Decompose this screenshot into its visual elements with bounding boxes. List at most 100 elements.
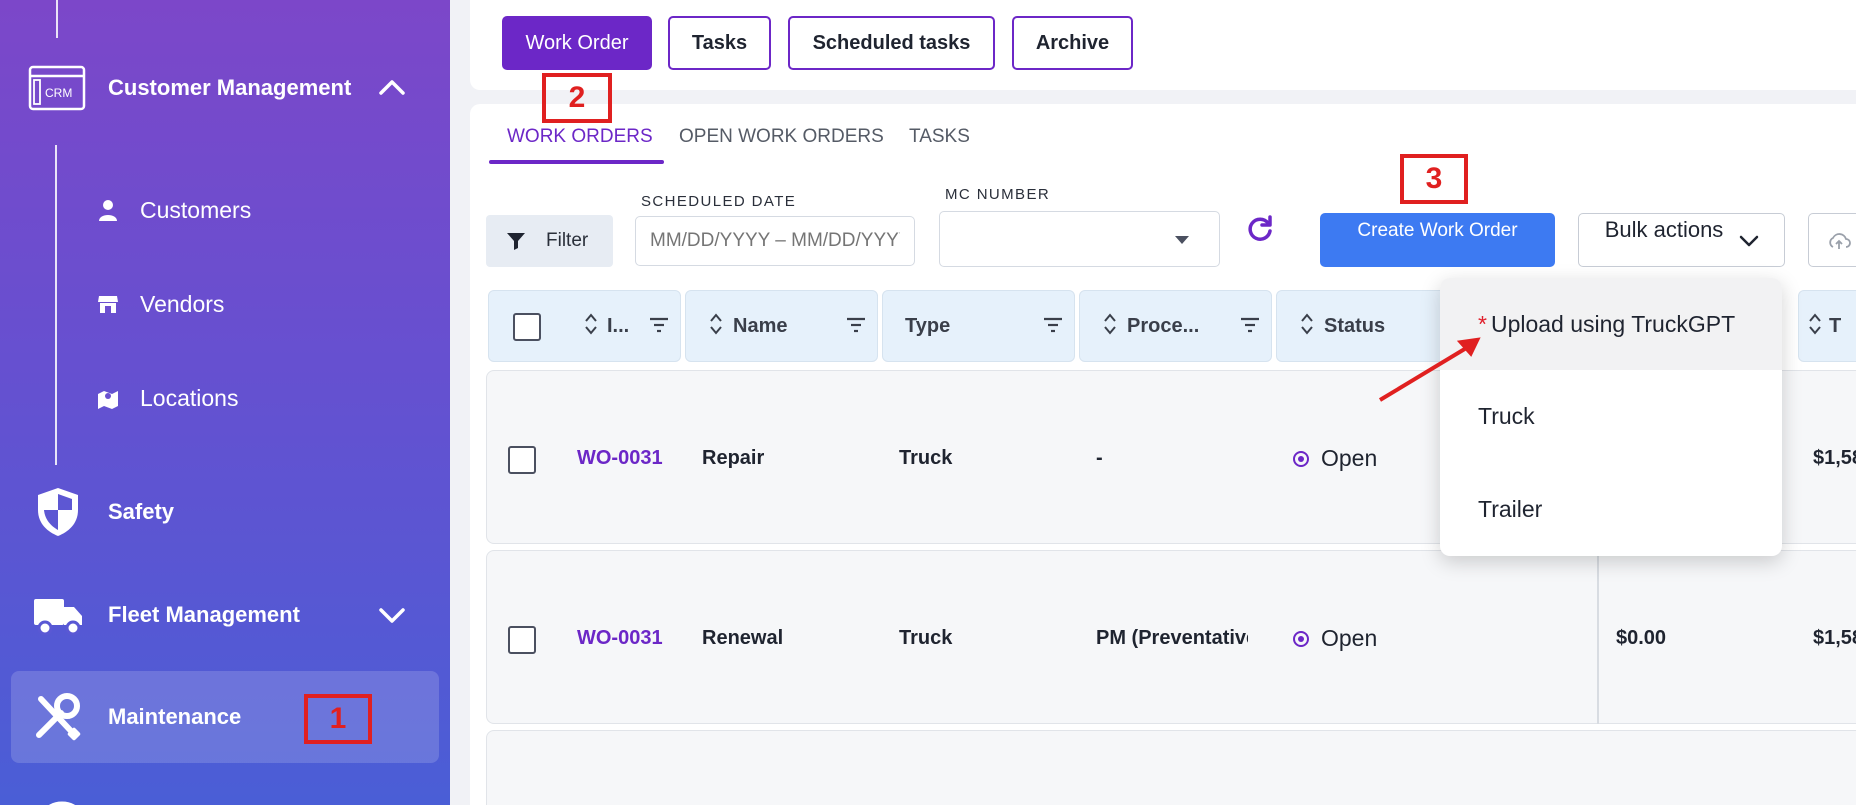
column-divider: [1597, 550, 1599, 724]
tab-work-orders[interactable]: WORK ORDERS: [507, 126, 653, 148]
column-label: Name: [733, 315, 788, 337]
sort-icon[interactable]: [1809, 313, 1821, 335]
menu-item-upload-truckgpt[interactable]: * Upload using TruckGPT: [1440, 278, 1782, 370]
caret-down-icon: [1175, 236, 1189, 244]
annotation-box-3: 3: [1400, 154, 1468, 204]
table-row[interactable]: WO-0031 Renewal Truck PM (Preventative O…: [486, 550, 1856, 724]
sort-icon[interactable]: [1104, 313, 1116, 335]
name-cell: Renewal: [702, 627, 784, 649]
sidebar-tree-line: [56, 0, 58, 38]
sort-icon[interactable]: [1301, 313, 1313, 335]
sidebar-item-label: Fleet Management: [108, 602, 300, 627]
sidebar-item-label: Locations: [140, 385, 239, 411]
filter-label: Filter: [546, 230, 589, 251]
type-cell: Truck: [899, 447, 953, 469]
refresh-icon[interactable]: [1246, 215, 1274, 243]
svg-text:CRM: CRM: [45, 86, 72, 100]
sort-icon[interactable]: [710, 313, 722, 335]
amount-cell: $0.00: [1616, 627, 1667, 649]
archive-button[interactable]: Archive: [1012, 16, 1133, 70]
status-text: Open: [1321, 445, 1378, 471]
create-work-order-button[interactable]: Create Work Order: [1320, 213, 1555, 267]
funnel-icon: [507, 233, 525, 250]
sort-icon[interactable]: [585, 313, 597, 335]
column-label: T: [1829, 315, 1842, 337]
menu-item-truck[interactable]: Truck: [1440, 370, 1782, 462]
annotation-box-1: 1: [304, 694, 372, 744]
column-filter-icon[interactable]: [649, 317, 669, 333]
total-cell: $1,58: [1813, 627, 1856, 649]
sidebar-item-safety[interactable]: Safety: [0, 476, 450, 546]
name-cell: Repair: [702, 447, 765, 469]
sidebar: CRM Customer Management Customers Vendor…: [0, 0, 450, 805]
sidebar-item-locations[interactable]: Locations: [0, 374, 450, 422]
chevron-down-icon: [1739, 235, 1759, 247]
scheduled-tasks-button[interactable]: Scheduled tasks: [788, 16, 995, 70]
annotation-box-2: 2: [542, 73, 612, 123]
person-icon: [99, 200, 117, 221]
row-checkbox[interactable]: [508, 626, 536, 654]
status-dot-icon: [1293, 630, 1309, 647]
chevron-up-icon[interactable]: [376, 72, 408, 104]
column-label: I...: [607, 315, 630, 337]
status-dot-icon: [1293, 450, 1309, 467]
wrench-screwdriver-icon: [36, 693, 81, 741]
tab-open-work-orders[interactable]: OPEN WORK ORDERS: [679, 126, 884, 148]
column-filter-icon[interactable]: [1240, 317, 1260, 333]
tasks-button[interactable]: Tasks: [668, 16, 771, 70]
sidebar-item-vendors[interactable]: Vendors: [0, 280, 450, 328]
sidebar-item-fleet-management[interactable]: Fleet Management: [0, 579, 450, 649]
tab-tasks[interactable]: TASKS: [909, 126, 970, 148]
row-checkbox[interactable]: [508, 446, 536, 474]
scheduled-date-input[interactable]: [635, 216, 915, 266]
sidebar-group-customer-management[interactable]: CRM Customer Management: [0, 60, 450, 116]
work-order-button[interactable]: Work Order: [502, 16, 652, 70]
column-header-id[interactable]: I...: [488, 290, 681, 362]
menu-item-trailer[interactable]: Trailer: [1440, 463, 1782, 555]
column-header-total[interactable]: T: [1798, 290, 1856, 362]
column-filter-icon[interactable]: [846, 317, 866, 333]
scheduled-date-label: SCHEDULED DATE: [641, 193, 797, 210]
crm-icon: CRM: [28, 65, 86, 111]
column-filter-icon[interactable]: [1043, 317, 1063, 333]
sidebar-item-customers[interactable]: Customers: [0, 186, 450, 234]
required-mark: *: [1478, 311, 1487, 337]
active-tab-indicator: [489, 160, 664, 164]
sidebar-item-label: Customers: [140, 197, 252, 223]
sidebar-group-label: Customer Management: [108, 75, 352, 100]
status-badge: Open: [1293, 445, 1377, 472]
total-cell: $1,58: [1813, 447, 1856, 469]
truck-icon: [34, 599, 82, 636]
cloud-upload-icon: [1829, 233, 1851, 249]
create-work-order-menu: * Upload using TruckGPT Truck Trailer: [1440, 278, 1782, 556]
annotation-arrow-icon: [1378, 337, 1481, 402]
work-order-id-link[interactable]: WO-0031: [577, 627, 663, 650]
partial-icon: [49, 801, 75, 805]
mc-number-select[interactable]: [939, 211, 1220, 267]
status-text: Open: [1321, 625, 1378, 651]
bulk-actions-label: Bulk actions: [1604, 217, 1724, 242]
menu-item-label: Truck: [1478, 403, 1535, 429]
store-icon: [98, 296, 118, 313]
upload-button[interactable]: [1808, 213, 1856, 267]
procedure-cell: -: [1096, 447, 1103, 469]
shield-icon: [38, 488, 78, 536]
column-header-procedure[interactable]: Proce...: [1079, 290, 1272, 362]
column-label: Proce...: [1127, 315, 1200, 337]
mc-number-label: MC NUMBER: [945, 186, 1051, 203]
menu-item-label: Trailer: [1478, 496, 1543, 522]
work-order-id-link[interactable]: WO-0031: [577, 447, 663, 470]
filter-button[interactable]: Filter: [486, 215, 613, 267]
sidebar-item-maintenance[interactable]: Maintenance: [11, 671, 439, 763]
status-badge: Open: [1293, 625, 1377, 652]
table-row[interactable]: [486, 730, 1856, 805]
chevron-down-icon[interactable]: [376, 599, 408, 631]
procedure-cell: PM (Preventative: [1096, 627, 1248, 649]
sidebar-item-label: Vendors: [140, 291, 225, 317]
bulk-actions-button[interactable]: Bulk actions: [1578, 213, 1785, 267]
type-cell: Truck: [899, 627, 953, 649]
column-label: Type: [905, 315, 951, 337]
column-header-type[interactable]: Type: [882, 290, 1075, 362]
column-header-name[interactable]: Name: [685, 290, 878, 362]
select-all-checkbox[interactable]: [513, 313, 541, 341]
